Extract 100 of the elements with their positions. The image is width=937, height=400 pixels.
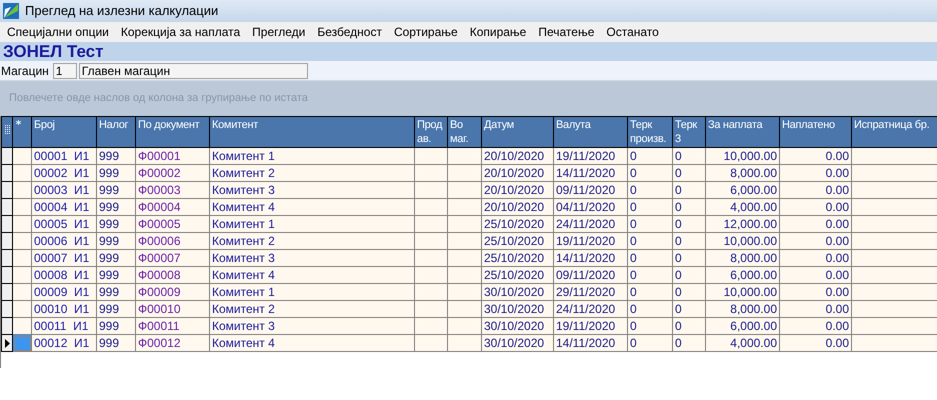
- table-cell: 25/10/2020: [482, 216, 554, 232]
- menu-item[interactable]: Корекција за наплата: [114, 23, 246, 41]
- row-selector[interactable]: [2, 300, 12, 318]
- table-cell: 00003 И1: [32, 182, 96, 198]
- table-cell: 0: [672, 148, 706, 164]
- column-header[interactable]: Комитент: [210, 116, 414, 148]
- table-cell: 0: [672, 318, 706, 334]
- table-cell: 0: [628, 284, 672, 300]
- menu-item[interactable]: Копирање: [464, 23, 532, 41]
- table-cell: 00004 И1: [32, 198, 96, 216]
- table-cell: 30/10/2020: [482, 318, 554, 334]
- row-selector[interactable]: [2, 284, 12, 300]
- table-cell: 00012 И1: [32, 334, 96, 352]
- table-cell: 0: [672, 216, 706, 232]
- column-header[interactable]: [12, 116, 32, 148]
- column-header[interactable]: Терк 3: [672, 116, 706, 148]
- table-cell: Ф00006: [136, 232, 210, 250]
- table-cell: 4,000.00: [706, 198, 780, 216]
- column-header[interactable]: Терк произв.: [628, 116, 672, 148]
- table-cell: 0: [628, 148, 672, 164]
- column-header[interactable]: Налог: [96, 116, 136, 148]
- window-title: Преглед на излезни калкулации: [25, 2, 218, 20]
- menu-item[interactable]: Останато: [600, 23, 665, 41]
- table-cell: Комитент 3: [210, 318, 414, 334]
- table-cell: 0: [628, 266, 672, 284]
- table-cell: 0: [628, 198, 672, 216]
- table-cell: Комитент 1: [210, 216, 414, 232]
- table-cell: 20/10/2020: [482, 198, 554, 216]
- menu-item[interactable]: Специјални опции: [1, 23, 115, 41]
- table-cell: 999: [96, 232, 136, 250]
- row-selector[interactable]: [2, 250, 12, 266]
- table-cell: 04/11/2020: [554, 198, 628, 216]
- table-cell: 24/11/2020: [554, 216, 628, 232]
- table-cell: 25/10/2020: [482, 266, 554, 284]
- column-header[interactable]: Прод ав.: [414, 116, 448, 148]
- table-cell: 25/10/2020: [482, 250, 554, 266]
- warehouse-code-field[interactable]: 1: [52, 62, 77, 78]
- table-cell: 0: [672, 164, 706, 182]
- row-selector[interactable]: [2, 216, 12, 232]
- table-cell: Комитент 2: [210, 232, 414, 250]
- table-cell: 0.00: [780, 266, 852, 284]
- column-header[interactable]: Валута: [554, 116, 628, 148]
- table-cell: 0.00: [780, 182, 852, 198]
- row-selector[interactable]: [2, 198, 12, 216]
- column-header[interactable]: Број: [32, 116, 96, 148]
- table-cell: Комитент 1: [210, 284, 414, 300]
- table-cell: 6,000.00: [706, 182, 780, 198]
- table-cell: 0: [672, 266, 706, 284]
- table-cell: 0: [628, 300, 672, 318]
- table-cell: 14/11/2020: [554, 250, 628, 266]
- column-header[interactable]: Датум: [482, 116, 554, 148]
- menu-item[interactable]: Безбедност: [311, 23, 388, 41]
- row-selector[interactable]: [2, 318, 12, 334]
- row-selector[interactable]: [2, 232, 12, 250]
- row-selector-header[interactable]: [2, 116, 12, 148]
- column-header[interactable]: Во маг.: [448, 116, 482, 148]
- table-cell: 0: [672, 334, 706, 352]
- table-cell: Комитент 3: [210, 250, 414, 266]
- menu-item[interactable]: Сортирање: [388, 23, 464, 41]
- table-cell: 20/10/2020: [482, 164, 554, 182]
- column-header[interactable]: Испратница бр.: [852, 116, 937, 148]
- table-cell: 0.00: [780, 250, 852, 266]
- table-cell: 30/10/2020: [482, 284, 554, 300]
- column-header[interactable]: Наплатено: [780, 116, 852, 148]
- table-cell: 0.00: [780, 284, 852, 300]
- table-cell: 0.00: [780, 148, 852, 164]
- table-cell: 999: [96, 198, 136, 216]
- company-heading: ЗОНЕЛ Тест: [3, 43, 104, 60]
- column-header[interactable]: По документ: [136, 116, 210, 148]
- table-cell: 0.00: [780, 216, 852, 232]
- table-cell: 999: [96, 284, 136, 300]
- table-cell: 0: [672, 284, 706, 300]
- column-header[interactable]: За наплата: [706, 116, 780, 148]
- table-cell: 12,000.00: [706, 216, 780, 232]
- table-cell: 20/10/2020: [482, 182, 554, 198]
- warehouse-name-field[interactable]: Главен магацин: [78, 62, 308, 78]
- table-cell: 00009 И1: [32, 284, 96, 300]
- table-cell: Ф00004: [136, 198, 210, 216]
- row-selector[interactable]: [2, 148, 12, 164]
- row-selector[interactable]: [2, 182, 12, 198]
- table-cell: 0: [628, 182, 672, 198]
- table-cell: 00002 И1: [32, 164, 96, 182]
- table-cell: Комитент 2: [210, 300, 414, 318]
- table-cell: Комитент 1: [210, 148, 414, 164]
- table-cell: 0.00: [780, 318, 852, 334]
- table-cell: 0.00: [780, 198, 852, 216]
- table-cell: 6,000.00: [706, 266, 780, 284]
- table-cell: 0: [628, 216, 672, 232]
- menu-item[interactable]: Печатење: [532, 23, 600, 41]
- table-cell: 0: [672, 232, 706, 250]
- table-cell: 4,000.00: [706, 334, 780, 352]
- table-cell: 0: [628, 250, 672, 266]
- row-selector[interactable]: [2, 266, 12, 284]
- table-cell: Ф00002: [136, 164, 210, 182]
- table-cell: 00011 И1: [32, 318, 96, 334]
- table-cell: 0: [672, 182, 706, 198]
- table-cell: 14/11/2020: [554, 334, 628, 352]
- table-cell: Ф00011: [136, 318, 210, 334]
- menu-item[interactable]: Прегледи: [246, 23, 312, 41]
- row-selector[interactable]: [2, 164, 12, 182]
